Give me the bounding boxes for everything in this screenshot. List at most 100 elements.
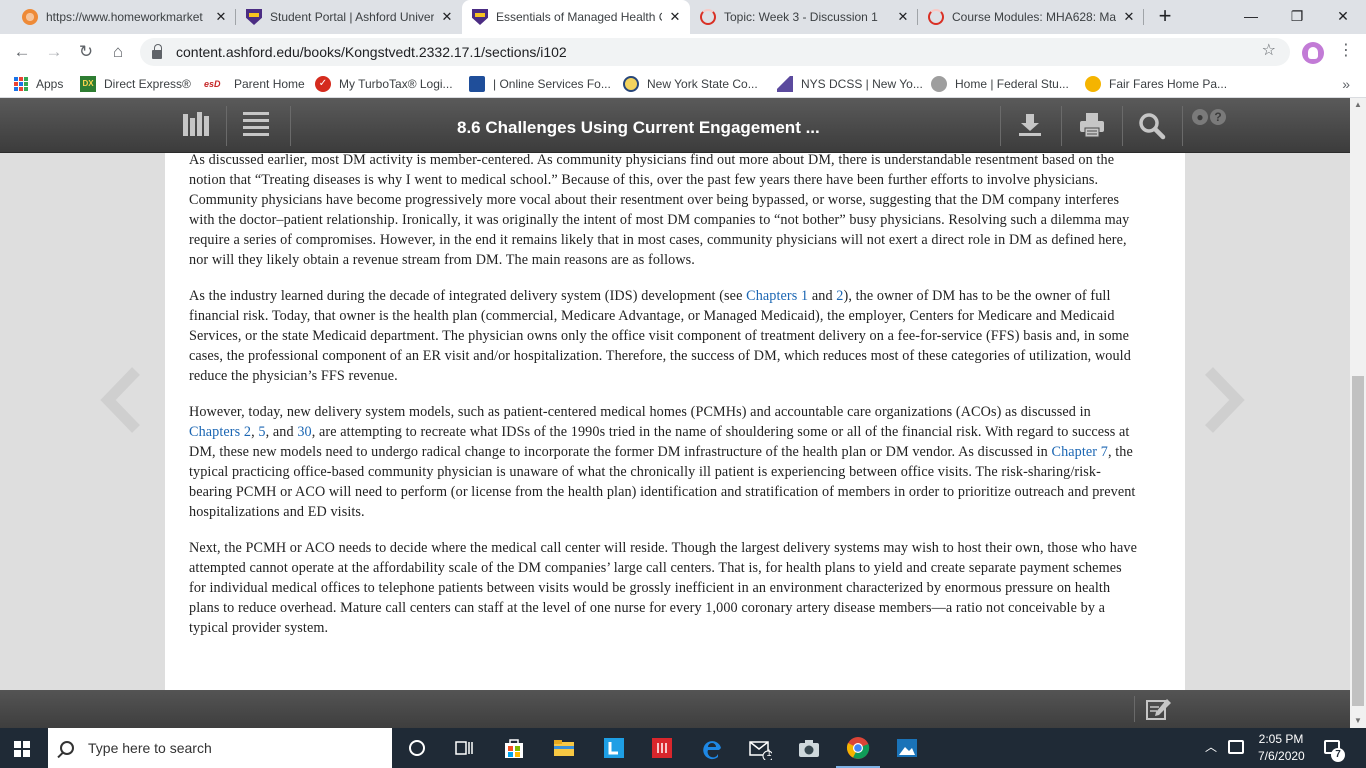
notes-edit-icon[interactable] <box>1145 697 1173 721</box>
user-icon[interactable]: ● <box>1192 109 1208 125</box>
chapter-link[interactable]: 30 <box>297 424 311 440</box>
tab-strip: https://www.homeworkmarket ✕ Student Por… <box>0 0 1366 34</box>
tab-student-portal[interactable]: Student Portal | Ashford Univer ✕ <box>236 0 462 34</box>
back-button[interactable]: ← <box>8 38 36 66</box>
ashford-favicon-icon <box>246 9 262 25</box>
previous-page-arrow-icon[interactable] <box>100 365 142 435</box>
chapter-link[interactable]: 2 <box>836 288 843 304</box>
loading-favicon-icon <box>928 9 944 25</box>
table-of-contents-icon[interactable] <box>243 112 269 136</box>
library-books-icon[interactable] <box>183 112 209 136</box>
scroll-down-arrow-icon[interactable]: ▼ <box>1350 714 1366 728</box>
taskbar-search-placeholder: Type here to search <box>88 740 212 756</box>
paragraph-text: As discussed earlier, most DM activity i… <box>189 153 1130 268</box>
body-paragraph: As discussed earlier, most DM activity i… <box>165 153 1165 270</box>
bookmark-federal-student-aid[interactable]: Home | Federal Stu... <box>931 70 1069 98</box>
browser-menu-icon[interactable]: ⋮ <box>1336 40 1356 60</box>
photos-icon[interactable] <box>895 736 919 760</box>
section-body: As discussed earlier, most DM activity i… <box>165 153 1185 638</box>
clock-date: 7/6/2020 <box>1258 749 1305 763</box>
tab-homeworkmarket[interactable]: https://www.homeworkmarket ✕ <box>12 0 236 34</box>
tab-title: Essentials of Managed Health C <box>496 10 662 24</box>
file-explorer-icon[interactable] <box>552 736 576 760</box>
dcss-logo-icon <box>777 76 793 92</box>
book-page: As discussed earlier, most DM activity i… <box>165 153 1185 690</box>
minimize-button[interactable]: — <box>1228 0 1274 34</box>
tab-course-modules[interactable]: Course Modules: MHA628: Ma ✕ <box>918 0 1144 34</box>
chapter-link[interactable]: 5 <box>258 424 265 440</box>
chapter-link[interactable]: Chapters 1 <box>746 288 808 304</box>
system-clock[interactable]: 2:05 PM 7/6/2020 <box>1258 731 1305 765</box>
url-text[interactable]: content.ashford.edu/books/Kongstvedt.233… <box>176 44 567 60</box>
online-services-icon <box>469 76 485 92</box>
bookmark-fair-fares[interactable]: Fair Fares Home Pa... <box>1085 70 1227 98</box>
turbotax-check-icon <box>315 76 331 92</box>
apps-grid-icon <box>14 77 28 91</box>
print-icon[interactable] <box>1078 112 1106 138</box>
page-scrollbar[interactable]: ▲ ▼ <box>1350 98 1366 728</box>
close-window-button[interactable]: ✕ <box>1320 0 1366 34</box>
paragraph-text: , are attempting to recreate what IDSs o… <box>189 424 1130 460</box>
scrollbar-thumb[interactable] <box>1352 376 1364 706</box>
bookmark-direct-express[interactable]: DX Direct Express® <box>80 70 191 98</box>
chrome-icon[interactable] <box>846 736 870 760</box>
microsoft-store-icon[interactable] <box>502 736 526 760</box>
tab-close-icon[interactable]: ✕ <box>668 9 682 25</box>
tab-close-icon[interactable]: ✕ <box>896 9 910 25</box>
reload-button[interactable]: ↻ <box>72 38 100 66</box>
paragraph-text: Next, the PCMH or ACO needs to decide wh… <box>189 540 1137 636</box>
section-title: 8.6 Challenges Using Current Engagement … <box>457 118 820 137</box>
chapter-link[interactable]: Chapter 7 <box>1052 444 1108 460</box>
tab-topic-week3[interactable]: Topic: Week 3 - Discussion 1 ✕ <box>690 0 918 34</box>
search-magnifier-icon <box>60 741 74 755</box>
address-bar[interactable]: content.ashford.edu/books/Kongstvedt.233… <box>140 38 1290 66</box>
bookmark-parent-home[interactable]: esD Parent Home <box>204 70 305 98</box>
next-page-arrow-icon[interactable] <box>1203 365 1245 435</box>
tab-close-icon[interactable]: ✕ <box>214 9 228 25</box>
windows-start-icon[interactable] <box>14 741 30 757</box>
bookmark-apps[interactable]: Apps <box>14 70 63 98</box>
bookmark-turbotax[interactable]: My TurboTax® Logi... <box>315 70 453 98</box>
download-icon[interactable] <box>1017 112 1043 138</box>
restore-button[interactable]: ❐ <box>1274 0 1320 34</box>
bookmark-online-services[interactable]: | Online Services Fo... <box>469 70 611 98</box>
body-paragraph: However, today, new delivery system mode… <box>165 402 1165 522</box>
chapter-link[interactable]: Chapters 2 <box>189 424 251 440</box>
fair-fares-icon <box>1085 76 1101 92</box>
taskbar-search-box[interactable]: Type here to search <box>48 728 392 768</box>
cortana-icon[interactable] <box>405 736 429 760</box>
network-icon[interactable] <box>1228 740 1244 754</box>
reader-viewport: As discussed earlier, most DM activity i… <box>0 153 1350 690</box>
profile-avatar[interactable] <box>1302 42 1324 64</box>
clock-time: 2:05 PM <box>1258 732 1304 746</box>
bookmark-nys-dcss[interactable]: NYS DCSS | New Yo... <box>777 70 923 98</box>
esd-logo-icon: esD <box>204 79 221 89</box>
camera-icon[interactable] <box>797 736 821 760</box>
bookmarks-overflow-icon[interactable]: » <box>1342 70 1350 98</box>
tab-essentials-managed-health[interactable]: Essentials of Managed Health C ✕ <box>462 0 690 34</box>
paragraph-text: As the industry learned during the decad… <box>189 288 747 304</box>
help-icon[interactable]: ? <box>1210 109 1226 125</box>
scroll-up-arrow-icon[interactable]: ▲ <box>1350 98 1366 112</box>
task-view-icon[interactable] <box>452 736 476 760</box>
paragraph-text: , and <box>265 424 298 440</box>
tab-title: Course Modules: MHA628: Ma <box>952 10 1116 24</box>
forward-button[interactable]: → <box>40 38 68 66</box>
red-app-icon[interactable] <box>650 736 674 760</box>
edge-browser-icon[interactable] <box>700 736 724 760</box>
show-hidden-icons-icon[interactable]: ︿ <box>1205 738 1217 755</box>
home-button[interactable]: ⌂ <box>104 38 132 66</box>
bookmark-star-icon[interactable]: ☆ <box>1262 40 1276 60</box>
windows-taskbar: Type here to search 1 ︿ 2:05 PM 7/6/2020 <box>0 728 1366 768</box>
tab-title: https://www.homeworkmarket <box>46 10 203 24</box>
tab-close-icon[interactable]: ✕ <box>1122 9 1136 25</box>
notification-count-badge: 7 <box>1331 748 1345 762</box>
new-tab-button[interactable]: + <box>1152 4 1178 30</box>
bookmarks-bar: Apps DX Direct Express® esD Parent Home … <box>0 70 1366 98</box>
homeworkmarket-favicon-icon <box>22 9 38 25</box>
lync-app-icon[interactable] <box>602 736 626 760</box>
paragraph-text: and <box>808 288 837 304</box>
tab-close-icon[interactable]: ✕ <box>440 9 454 25</box>
bookmark-nys-comptroller[interactable]: New York State Co... <box>623 70 758 98</box>
search-icon[interactable] <box>1138 112 1166 140</box>
